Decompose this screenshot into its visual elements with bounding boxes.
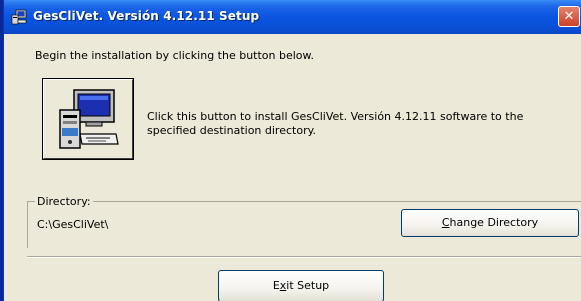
- directory-legend: Directory:: [35, 195, 93, 208]
- close-icon: ✕: [563, 9, 575, 24]
- exit-label-end: it Setup: [286, 279, 330, 292]
- setup-window: GesCliVet. Versión 4.12.11 Setup ✕ Begin…: [3, 0, 581, 301]
- title-bar[interactable]: GesCliVet. Versión 4.12.11 Setup ✕: [4, 0, 581, 34]
- exit-label-start: E: [272, 279, 280, 292]
- separator: [27, 256, 581, 258]
- directory-path: C:\GesCliVet\: [37, 218, 109, 231]
- install-description: Click this button to install GesCliVet. …: [147, 110, 524, 137]
- setup-computer-icon: [11, 9, 27, 25]
- intro-text: Begin the installation by clicking the b…: [35, 49, 315, 62]
- window-title: GesCliVet. Versión 4.12.11 Setup: [33, 9, 260, 23]
- exit-setup-button[interactable]: Exit Setup: [218, 270, 384, 301]
- install-button[interactable]: [42, 78, 134, 160]
- change-directory-mnemonic: C: [441, 216, 450, 229]
- change-directory-button[interactable]: Change Directory: [401, 209, 579, 237]
- install-computer-icon: [59, 89, 119, 149]
- change-directory-label: hange Directory: [449, 216, 539, 229]
- close-button[interactable]: ✕: [558, 6, 580, 27]
